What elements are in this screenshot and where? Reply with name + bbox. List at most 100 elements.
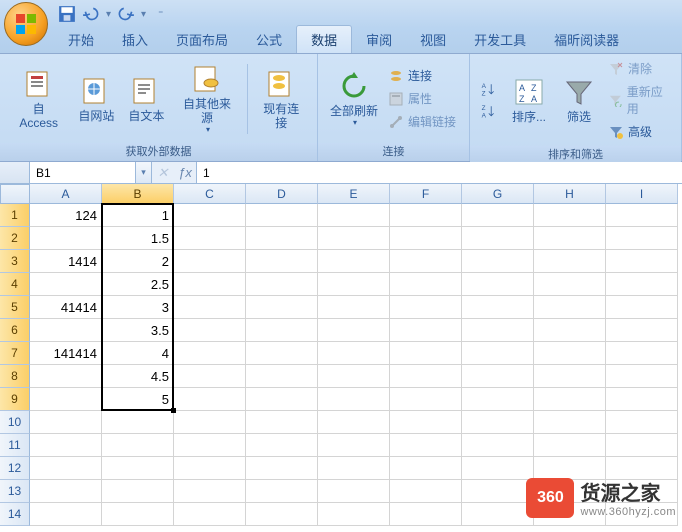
row-header[interactable]: 6 — [0, 319, 30, 342]
cell[interactable] — [534, 411, 606, 434]
cell[interactable]: 141414 — [30, 342, 102, 365]
cell[interactable]: 1414 — [30, 250, 102, 273]
cell[interactable] — [606, 250, 678, 273]
tab-data[interactable]: 数据 — [296, 25, 352, 53]
cell[interactable] — [30, 411, 102, 434]
cell[interactable] — [390, 296, 462, 319]
cell[interactable] — [174, 434, 246, 457]
cell[interactable] — [462, 319, 534, 342]
cell[interactable] — [246, 273, 318, 296]
column-header[interactable]: I — [606, 184, 678, 204]
row-header[interactable]: 4 — [0, 273, 30, 296]
row-header[interactable]: 5 — [0, 296, 30, 319]
cell[interactable] — [606, 296, 678, 319]
cell[interactable] — [318, 434, 390, 457]
column-header[interactable]: F — [390, 184, 462, 204]
cell[interactable] — [462, 388, 534, 411]
cell[interactable] — [462, 434, 534, 457]
cell[interactable] — [534, 227, 606, 250]
cell[interactable] — [390, 434, 462, 457]
tab-review[interactable]: 审阅 — [352, 26, 406, 53]
cell[interactable] — [102, 480, 174, 503]
cell[interactable] — [606, 342, 678, 365]
from-web-button[interactable]: 自网站 — [71, 73, 121, 125]
cell[interactable] — [174, 480, 246, 503]
cell[interactable] — [534, 388, 606, 411]
cell[interactable] — [606, 388, 678, 411]
cell[interactable] — [390, 457, 462, 480]
namebox-dropdown[interactable]: ▾ — [136, 162, 152, 183]
cell[interactable] — [318, 319, 390, 342]
row-header[interactable]: 3 — [0, 250, 30, 273]
cell[interactable] — [606, 319, 678, 342]
reapply-button[interactable]: 重新应用 — [604, 81, 675, 119]
cell[interactable] — [246, 296, 318, 319]
row-header[interactable]: 7 — [0, 342, 30, 365]
cell[interactable] — [390, 227, 462, 250]
office-button[interactable] — [4, 2, 48, 46]
cell[interactable]: 1.5 — [102, 227, 174, 250]
tab-insert[interactable]: 插入 — [108, 26, 162, 53]
cell[interactable] — [462, 411, 534, 434]
cell[interactable] — [30, 388, 102, 411]
cell[interactable] — [30, 434, 102, 457]
column-header[interactable]: C — [174, 184, 246, 204]
row-header[interactable]: 14 — [0, 503, 30, 526]
cell[interactable] — [174, 250, 246, 273]
cell[interactable] — [318, 296, 390, 319]
row-header[interactable]: 11 — [0, 434, 30, 457]
column-header[interactable]: G — [462, 184, 534, 204]
column-header[interactable]: E — [318, 184, 390, 204]
save-icon[interactable] — [58, 5, 76, 23]
fx-button[interactable]: ƒx — [174, 162, 196, 183]
row-header[interactable]: 8 — [0, 365, 30, 388]
tab-layout[interactable]: 页面布局 — [162, 26, 242, 53]
cell[interactable] — [534, 365, 606, 388]
cell[interactable] — [174, 342, 246, 365]
refresh-all-button[interactable]: 全部刷新▾ — [324, 68, 384, 129]
cell[interactable] — [174, 273, 246, 296]
cell[interactable] — [246, 365, 318, 388]
tab-view[interactable]: 视图 — [406, 26, 460, 53]
column-header[interactable]: H — [534, 184, 606, 204]
cell[interactable]: 41414 — [30, 296, 102, 319]
cell[interactable] — [390, 273, 462, 296]
cell[interactable] — [318, 365, 390, 388]
cell[interactable] — [318, 342, 390, 365]
cell[interactable] — [246, 480, 318, 503]
cell[interactable] — [174, 388, 246, 411]
cell[interactable] — [390, 388, 462, 411]
cell[interactable] — [246, 503, 318, 526]
sort-desc-button[interactable]: ZA — [476, 101, 500, 121]
cell[interactable] — [246, 319, 318, 342]
cell[interactable] — [606, 365, 678, 388]
cell[interactable] — [390, 365, 462, 388]
cell[interactable] — [174, 319, 246, 342]
cell[interactable] — [390, 480, 462, 503]
column-header[interactable]: B — [102, 184, 174, 204]
cell[interactable] — [534, 250, 606, 273]
cell[interactable] — [462, 250, 534, 273]
row-header[interactable]: 10 — [0, 411, 30, 434]
cell[interactable] — [318, 480, 390, 503]
cell[interactable] — [30, 227, 102, 250]
tab-developer[interactable]: 开发工具 — [460, 26, 540, 53]
cell[interactable] — [318, 204, 390, 227]
cell[interactable] — [534, 319, 606, 342]
cell[interactable] — [462, 227, 534, 250]
cell[interactable]: 1 — [102, 204, 174, 227]
name-box[interactable]: B1 — [30, 162, 136, 183]
cell[interactable] — [318, 388, 390, 411]
cell[interactable] — [462, 296, 534, 319]
cell[interactable] — [390, 319, 462, 342]
sort-asc-button[interactable]: AZ — [476, 79, 500, 99]
cell[interactable] — [246, 388, 318, 411]
redo-icon[interactable] — [117, 5, 135, 23]
cell[interactable] — [462, 503, 534, 526]
cell[interactable] — [318, 250, 390, 273]
cell[interactable] — [390, 342, 462, 365]
advanced-filter-button[interactable]: 高级 — [604, 121, 675, 142]
cell[interactable] — [30, 457, 102, 480]
cell[interactable] — [390, 503, 462, 526]
undo-icon[interactable] — [82, 5, 100, 23]
